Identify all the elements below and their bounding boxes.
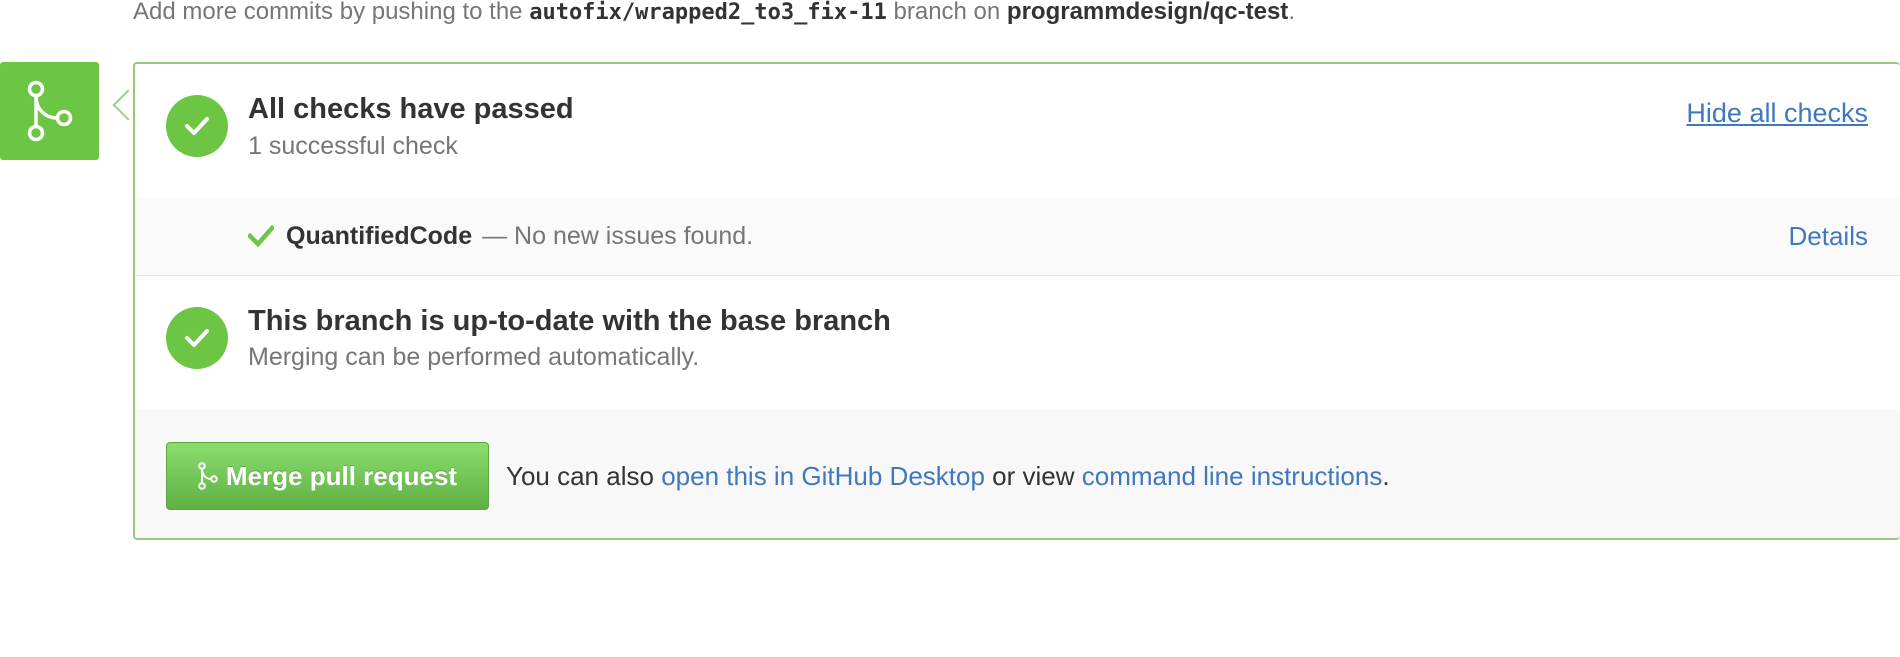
merge-panel: All checks have passed 1 successful chec… <box>133 62 1900 540</box>
merge-note-suffix: . <box>1382 461 1390 491</box>
git-merge-icon <box>198 462 218 490</box>
branch-name: autofix/wrapped2_to3_fix-11 <box>529 0 887 25</box>
check-name: QuantifiedCode <box>286 221 473 250</box>
open-in-desktop-link[interactable]: open this in GitHub Desktop <box>661 461 985 491</box>
push-notice: Add more commits by pushing to the autof… <box>133 0 1295 26</box>
check-description: — No new issues found. <box>482 221 754 250</box>
merge-note-middle: or view <box>992 461 1075 491</box>
check-circle-icon <box>166 95 228 157</box>
branch-status-section: This branch is up-to-date with the base … <box>135 275 1900 411</box>
command-line-instructions-link[interactable]: command line instructions <box>1082 461 1383 491</box>
merge-actions-section: Merge pull request You can also open thi… <box>135 410 1900 538</box>
notice-suffix: . <box>1288 0 1295 25</box>
notice-middle: branch on <box>893 0 1001 25</box>
branch-status-subtitle: Merging can be performed automatically. <box>248 343 700 371</box>
checks-title: All checks have passed <box>248 93 574 125</box>
merge-pull-request-button[interactable]: Merge pull request <box>166 442 489 510</box>
git-merge-icon <box>27 80 72 142</box>
merge-note-prefix: You can also <box>506 461 654 491</box>
check-icon <box>248 225 274 247</box>
check-details-link[interactable]: Details <box>1789 197 1868 275</box>
merge-button-label: Merge pull request <box>225 460 458 491</box>
check-item: QuantifiedCode — No new issues found. <box>248 197 753 275</box>
checks-subtitle: 1 successful check <box>248 132 458 160</box>
repo-name: programmdesign/qc-test <box>1006 0 1289 25</box>
notice-prefix: Add more commits by pushing to the <box>133 0 523 25</box>
check-list: QuantifiedCode — No new issues found. De… <box>135 197 1900 276</box>
merge-note: You can also open this in GitHub Desktop… <box>506 442 1390 510</box>
checks-status-section: All checks have passed 1 successful chec… <box>135 64 1900 198</box>
branch-status-title: This branch is up-to-date with the base … <box>248 305 891 337</box>
merge-status-badge <box>0 62 99 160</box>
check-circle-icon <box>166 307 228 369</box>
hide-all-checks-link[interactable]: Hide all checks <box>1686 98 1868 129</box>
